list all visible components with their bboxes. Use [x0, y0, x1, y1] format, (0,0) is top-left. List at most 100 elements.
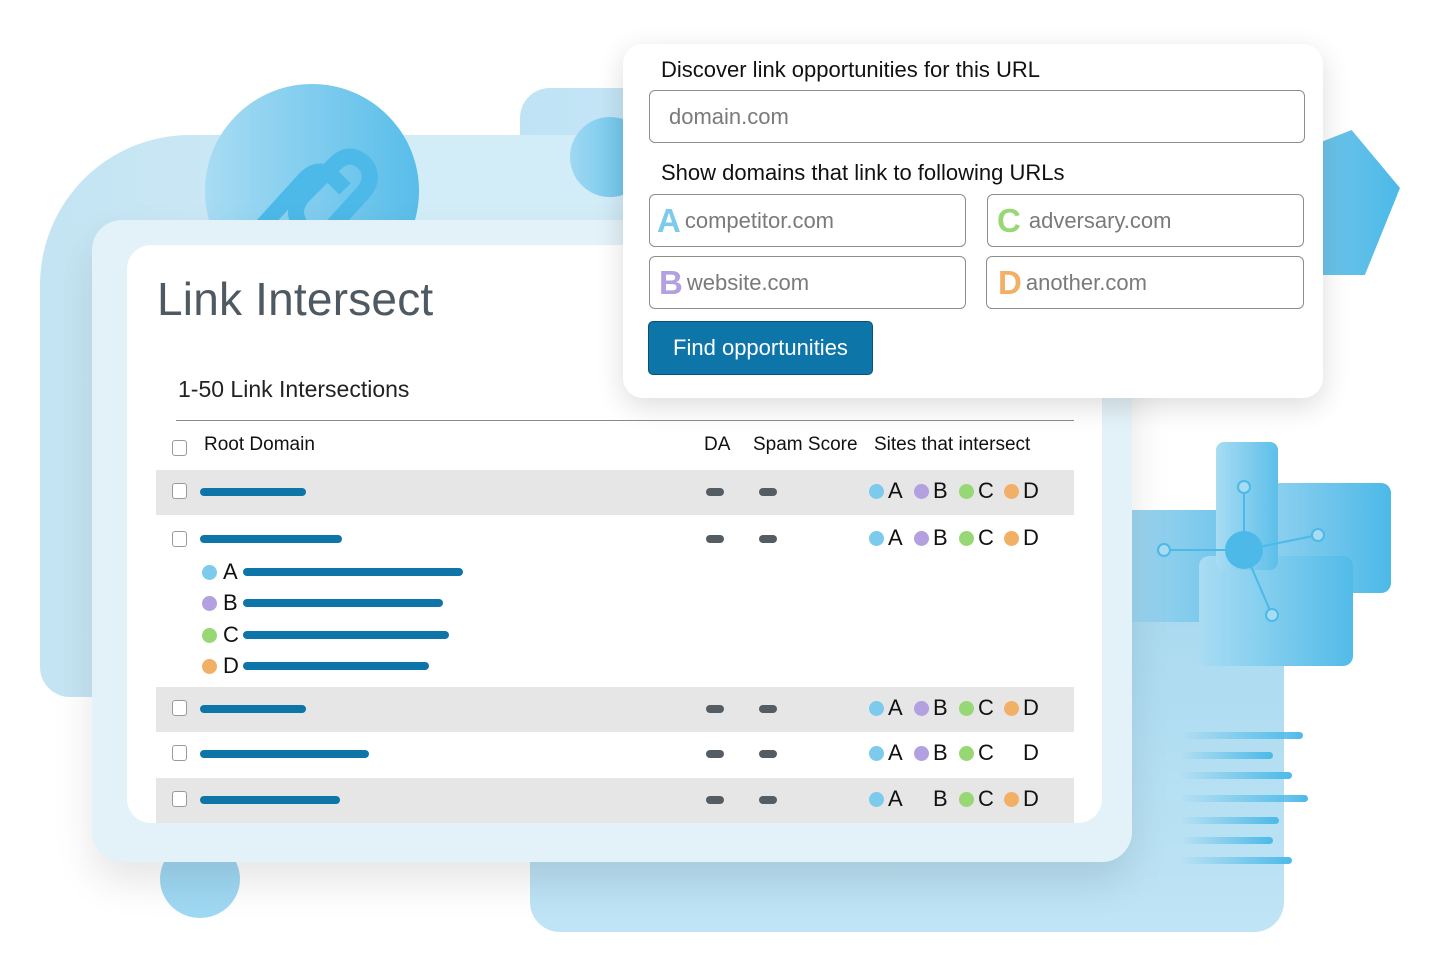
site-letter: A: [223, 559, 238, 584]
sites-intersect: A B C D: [869, 740, 1049, 766]
competitor-d-input[interactable]: D another.com: [986, 256, 1304, 309]
site-c: C: [959, 525, 996, 551]
site-d-dot-icon: [1004, 700, 1019, 716]
row-checkbox[interactable]: [172, 700, 187, 716]
site-d-dot-icon: [202, 658, 217, 674]
sites-intersect: A B C D: [869, 478, 1049, 504]
site-a-dot-icon: [869, 791, 884, 807]
site-letter: A: [888, 695, 903, 720]
competitor-c-input[interactable]: C adversary.com: [987, 194, 1304, 247]
link-placeholder[interactable]: [243, 599, 443, 607]
site-a-dot-icon: [869, 483, 884, 499]
decor-line: [1180, 817, 1279, 824]
network-nodes-icon: [1157, 480, 1325, 622]
competitor-a-input[interactable]: A competitor.com: [649, 194, 966, 247]
table-row[interactable]: A B C D: [156, 778, 1074, 823]
site-a: A: [869, 478, 906, 504]
site-letter: A: [888, 525, 903, 550]
site-b-letter-icon: B: [659, 264, 683, 301]
site-c-dot-icon: [959, 530, 974, 546]
row-checkbox[interactable]: [172, 531, 187, 547]
site-b-dot-empty-icon: [914, 792, 929, 807]
site-letter: B: [933, 740, 948, 765]
site-a: A: [869, 740, 906, 766]
sites-intersect: A B C D: [869, 695, 1049, 721]
root-domain-placeholder[interactable]: [200, 750, 369, 758]
site-letter: B: [223, 590, 238, 615]
site-letter: C: [223, 622, 239, 647]
site-b-dot-icon: [914, 530, 929, 546]
da-value-placeholder: [706, 535, 724, 543]
root-domain-placeholder[interactable]: [200, 796, 340, 804]
site-c-letter-icon: C: [997, 202, 1021, 239]
site-a: A: [869, 525, 906, 551]
sites-intersect: A B C D: [869, 786, 1049, 812]
site-letter: C: [978, 786, 994, 811]
decor-line: [1180, 795, 1308, 802]
site-a-dot-icon: [869, 700, 884, 716]
site-letter: B: [933, 786, 948, 811]
site-letter: A: [888, 786, 903, 811]
row-checkbox[interactable]: [172, 483, 187, 499]
site-b-dot-icon: [914, 700, 929, 716]
competitor-b-placeholder: website.com: [686, 269, 810, 295]
site-b-dot-icon: [914, 483, 929, 499]
sites-intersect: A B C D: [869, 525, 1049, 551]
root-domain-placeholder[interactable]: [200, 488, 306, 496]
table-row-expanded[interactable]: A B C D A B C D: [156, 515, 1074, 687]
site-a-letter-icon: A: [657, 202, 681, 239]
spam-score-placeholder: [759, 488, 777, 496]
table-row[interactable]: A B C D: [156, 687, 1074, 732]
site-b: B: [914, 478, 951, 504]
sub-link-c: C: [202, 622, 449, 648]
decor-line: [1180, 772, 1292, 779]
column-header-sites[interactable]: Sites that intersect: [874, 434, 1030, 456]
site-d: D: [1004, 525, 1041, 551]
divider: [176, 420, 1074, 421]
table-row[interactable]: A B C D: [156, 470, 1074, 515]
site-letter: C: [978, 525, 994, 550]
link-placeholder[interactable]: [243, 631, 449, 639]
site-a-dot-icon: [202, 564, 217, 580]
site-letter: B: [933, 695, 948, 720]
row-checkbox[interactable]: [172, 745, 187, 761]
section-title: 1-50 Link Intersections: [178, 376, 410, 402]
link-placeholder[interactable]: [243, 568, 463, 576]
find-opportunities-button[interactable]: Find opportunities: [648, 321, 873, 375]
column-header-da[interactable]: DA: [704, 434, 730, 456]
site-a-dot-icon: [869, 530, 884, 546]
site-b-dot-icon: [202, 595, 217, 611]
site-b: B: [914, 525, 951, 551]
root-domain-placeholder[interactable]: [200, 535, 342, 543]
arrow-shape-icon: [1322, 130, 1400, 275]
site-d: D: [1004, 786, 1041, 812]
site-d-dot-icon: [1004, 791, 1019, 807]
competitor-d-placeholder: another.com: [1025, 269, 1147, 295]
site-letter: D: [1023, 740, 1039, 765]
site-c: C: [959, 786, 996, 812]
column-header-root-domain[interactable]: Root Domain: [204, 434, 315, 456]
spam-score-placeholder: [759, 796, 777, 804]
site-c-dot-icon: [959, 700, 974, 716]
site-a-dot-icon: [869, 745, 884, 761]
table-row[interactable]: A B C D: [156, 732, 1074, 778]
site-b: B: [914, 695, 951, 721]
competitor-c-placeholder: adversary.com: [1028, 207, 1172, 233]
url-label: Discover link opportunities for this URL: [661, 57, 1041, 82]
row-checkbox[interactable]: [172, 791, 187, 807]
decor-line: [1180, 857, 1292, 864]
root-domain-placeholder[interactable]: [200, 705, 306, 713]
spam-score-placeholder: [759, 705, 777, 713]
site-d: D: [1004, 478, 1041, 504]
url-input[interactable]: domain.com: [649, 90, 1305, 143]
site-b-dot-icon: [914, 745, 929, 761]
select-all-checkbox[interactable]: [172, 440, 187, 456]
site-letter: B: [933, 478, 948, 503]
compare-label: Show domains that link to following URLs: [661, 160, 1065, 185]
competitor-b-input[interactable]: B website.com: [649, 256, 966, 309]
link-placeholder[interactable]: [243, 662, 429, 670]
site-letter: C: [978, 740, 994, 765]
column-header-spam-score[interactable]: Spam Score: [753, 434, 858, 456]
da-value-placeholder: [706, 488, 724, 496]
site-d-dot-icon: [1004, 483, 1019, 499]
